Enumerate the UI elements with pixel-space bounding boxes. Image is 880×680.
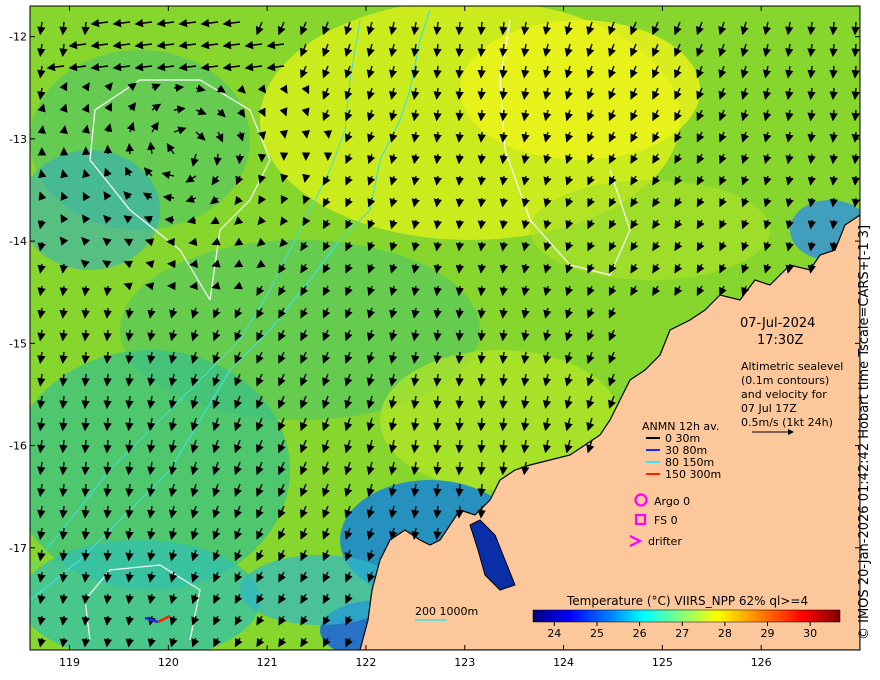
colorbar xyxy=(532,609,841,623)
velocity-arrow xyxy=(279,129,288,139)
lon-tick-label: 123 xyxy=(454,656,475,669)
argo-label: Argo 0 xyxy=(654,495,690,508)
alti-line-4: 07 Jul 17Z xyxy=(741,402,797,415)
velocity-arrow xyxy=(189,259,199,268)
lon-tick-label: 121 xyxy=(257,656,278,669)
lon-tick-label: 125 xyxy=(652,656,673,669)
alti-line-5: 0.5m/s (1kt 24h) xyxy=(741,416,833,429)
svg-text:150 300m: 150 300m xyxy=(665,468,721,481)
alti-line-3: and velocity for xyxy=(741,388,827,401)
lat-tick-label: -15 xyxy=(9,337,27,350)
colorbar-title: Temperature (°C) VIIRS_NPP 62% ql>=4 xyxy=(566,594,808,608)
velocity-arrow xyxy=(189,281,198,291)
velocity-arrow xyxy=(59,125,68,135)
velocity-arrow xyxy=(173,83,185,93)
lat-tick-label: -17 xyxy=(9,542,27,555)
map-date: 07-Jul-2024 xyxy=(740,316,815,331)
fs-label: FS 0 xyxy=(654,514,678,527)
lon-tick-label: 119 xyxy=(59,656,80,669)
velocity-arrow xyxy=(235,153,245,165)
colorbar-tick-label: 26 xyxy=(633,627,647,640)
lon-tick-label: 126 xyxy=(751,656,772,669)
velocity-arrow xyxy=(164,215,175,225)
velocity-arrow xyxy=(37,125,46,134)
lon-tick-label: 120 xyxy=(158,656,179,669)
colorbar-tick-label: 24 xyxy=(547,627,561,640)
lat-tick-label: -14 xyxy=(9,235,27,248)
lat-tick-label: -13 xyxy=(9,133,27,146)
drifter-label: drifter xyxy=(648,535,682,548)
velocity-arrow xyxy=(301,129,310,139)
lon-tick-label: 124 xyxy=(553,656,574,669)
sst-map: 119 120 121 122 123 124 125 126 -12 -13 -14 -15 -16… xyxy=(9,5,861,669)
lon-tick-label: 122 xyxy=(355,656,376,669)
velocity-arrow xyxy=(125,142,134,155)
colorbar-tick-label: 27 xyxy=(675,627,689,640)
lat-tick-label: -16 xyxy=(9,440,27,453)
colorbar-tick-label: 28 xyxy=(718,627,732,640)
colorbar-tick-label: 30 xyxy=(803,627,817,640)
lat-tick-label: -12 xyxy=(9,31,27,44)
map-time: 17:30Z xyxy=(757,333,803,348)
copyright-credit: © IMOS 20-Jan-2026 01:42:42 Hobart time … xyxy=(857,224,872,640)
alti-line-1: Altimetric sealevel xyxy=(741,360,843,373)
bathy-legend-label: 200 1000m xyxy=(415,605,478,618)
colorbar-tick-label: 29 xyxy=(761,627,775,640)
velocity-arrow xyxy=(323,130,332,139)
colorbar-tick-label: 25 xyxy=(590,627,604,640)
alti-line-2: (0.1m contours) xyxy=(741,374,829,387)
